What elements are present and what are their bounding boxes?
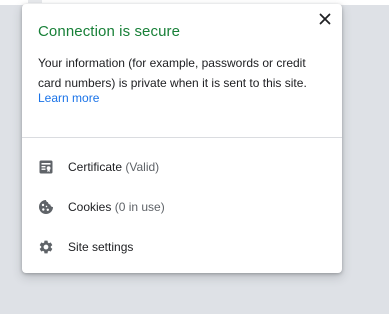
site-info-popup: Connection is secure Your information (f… <box>22 4 342 273</box>
certificate-item[interactable]: Certificate (Valid) <box>22 152 342 182</box>
learn-more-link[interactable]: Learn more <box>38 91 99 105</box>
popup-title: Connection is secure <box>38 23 181 40</box>
site-settings-item[interactable]: Site settings <box>22 232 342 262</box>
close-icon <box>319 13 331 25</box>
site-settings-label: Site settings <box>68 240 134 254</box>
certificate-status: (Valid) <box>122 160 160 174</box>
close-button[interactable] <box>316 10 334 28</box>
popup-description: Your information (for example, passwords… <box>38 56 307 90</box>
tab-edge <box>28 0 42 3</box>
gear-icon <box>38 239 54 255</box>
cookies-label: Cookies (0 in use) <box>68 200 165 214</box>
divider <box>22 137 342 138</box>
cookies-item[interactable]: Cookies (0 in use) <box>22 192 342 222</box>
cookies-count: (0 in use) <box>111 200 165 214</box>
certificate-icon <box>38 159 54 175</box>
cookie-icon <box>38 199 54 215</box>
certificate-label: Certificate (Valid) <box>68 160 160 174</box>
